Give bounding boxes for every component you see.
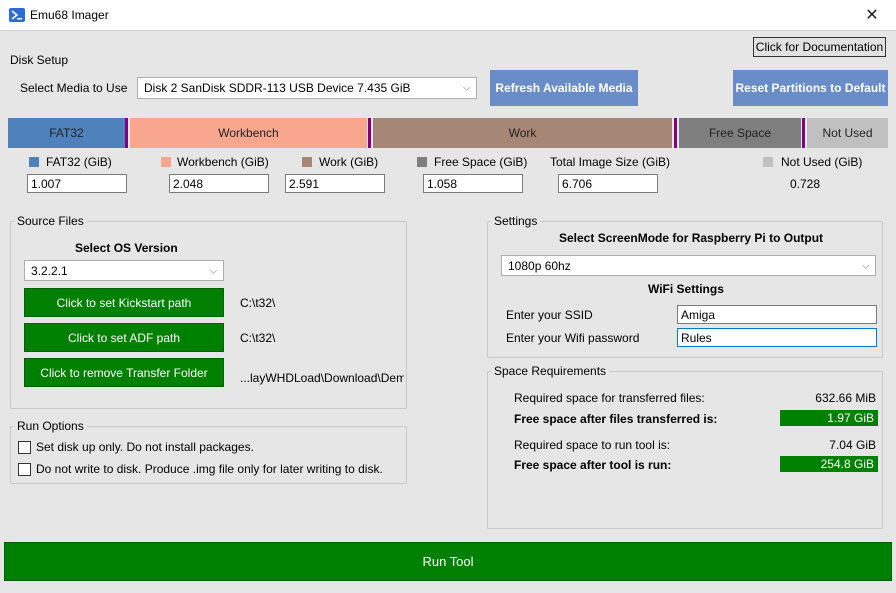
partition-divider[interactable] — [125, 118, 128, 148]
free-space-size-label: Free Space (GiB) — [434, 155, 528, 169]
wifi-settings-title: WiFi Settings — [648, 282, 724, 296]
setup-only-checkbox[interactable] — [18, 441, 31, 454]
free-after-transfer-label: Free space after files transferred is: — [514, 412, 718, 426]
wifi-password-input[interactable]: Rules — [677, 328, 877, 347]
adf-path-value: C:\t32\ — [240, 331, 276, 345]
os-version-select[interactable]: 3.2.2.1 ⌵ — [24, 260, 224, 281]
documentation-button[interactable]: Click for Documentation — [753, 37, 886, 57]
partition-not-used-label: Not Used — [822, 126, 873, 140]
kickstart-path-value: C:\t32\ — [240, 296, 276, 310]
not-used-size-label: Not Used (GiB) — [781, 155, 863, 169]
adf-path-button[interactable]: Click to set ADF path — [24, 323, 224, 352]
partition-workbench-label: Workbench — [218, 126, 279, 140]
space-requirements-label: Space Requirements — [491, 364, 610, 378]
select-media-label: Select Media to Use — [20, 81, 128, 95]
wifi-password-label: Enter your Wifi password — [506, 331, 640, 345]
partition-free-space[interactable]: Free Space — [679, 118, 801, 148]
workbench-size-label: Workbench (GiB) — [177, 155, 269, 169]
disk-setup-label: Disk Setup — [10, 53, 69, 67]
free-after-transfer-value: 1.97 GiB — [780, 410, 878, 426]
partition-work[interactable]: Work — [373, 118, 672, 148]
partition-fat32-label: FAT32 — [49, 126, 84, 140]
remove-transfer-folder-button[interactable]: Click to remove Transfer Folder — [24, 358, 224, 387]
total-image-size-label: Total Image Size (GiB) — [550, 155, 671, 169]
chevron-down-icon: ⌵ — [862, 260, 869, 270]
required-transfer-value: 632.66 MiB — [815, 391, 876, 405]
not-used-swatch — [763, 157, 773, 167]
setup-only-label: Set disk up only. Do not install package… — [36, 440, 254, 454]
powershell-icon — [9, 8, 25, 22]
work-swatch — [302, 157, 312, 167]
screenmode-value: 1080p 60hz — [508, 258, 571, 273]
window-title: Emu68 Imager — [30, 8, 109, 22]
fat32-size-label: FAT32 (GiB) — [46, 155, 112, 169]
partition-free-space-label: Free Space — [708, 126, 772, 140]
media-select-value: Disk 2 SanDisk SDDR-113 USB Device 7.435… — [144, 81, 411, 95]
not-used-size-value: 0.728 — [790, 177, 821, 191]
ssid-label: Enter your SSID — [506, 308, 593, 322]
partition-not-used[interactable]: Not Used — [807, 118, 888, 148]
refresh-media-button[interactable]: Refresh Available Media — [490, 70, 638, 106]
free-after-tool-value: 254.8 GiB — [780, 456, 878, 472]
close-window-button[interactable]: ✕ — [852, 2, 892, 29]
fat32-swatch — [29, 157, 39, 167]
work-size-input[interactable]: 2.591 — [285, 174, 385, 193]
required-transfer-label: Required space for transferred files: — [514, 391, 705, 405]
screenmode-select[interactable]: 1080p 60hz ⌵ — [501, 255, 876, 276]
chevron-down-icon: ⌵ — [210, 265, 217, 275]
source-files-label: Source Files — [14, 214, 87, 228]
partition-work-label: Work — [508, 126, 537, 140]
chevron-down-icon: ⌵ — [463, 82, 470, 93]
free-after-tool-label: Free space after tool is run: — [514, 458, 672, 472]
os-version-value: 3.2.2.1 — [31, 263, 68, 278]
run-tool-button[interactable]: Run Tool — [4, 542, 892, 581]
fat32-size-input[interactable]: 1.007 — [27, 174, 127, 193]
title-bar — [0, 0, 896, 31]
required-tool-value: 7.04 GiB — [829, 438, 876, 452]
partition-fat32[interactable]: FAT32 — [8, 118, 125, 148]
kickstart-path-button[interactable]: Click to set Kickstart path — [24, 288, 224, 317]
free-space-size-input[interactable]: 1.058 — [423, 174, 523, 193]
media-select[interactable]: Disk 2 SanDisk SDDR-113 USB Device 7.435… — [137, 77, 477, 99]
required-tool-label: Required space to run tool is: — [514, 438, 671, 452]
work-size-label: Work (GiB) — [319, 155, 379, 169]
run-options-label: Run Options — [14, 419, 87, 433]
partition-divider[interactable] — [674, 118, 677, 148]
workbench-size-input[interactable]: 2.048 — [169, 174, 269, 193]
workbench-swatch — [161, 157, 171, 167]
screenmode-title: Select ScreenMode for Raspberry Pi to Ou… — [559, 231, 824, 245]
reset-partitions-button[interactable]: Reset Partitions to Default — [733, 70, 888, 106]
partition-divider[interactable] — [368, 118, 371, 148]
no-write-checkbox[interactable] — [18, 463, 31, 476]
ssid-input[interactable]: Amiga — [677, 305, 877, 324]
total-image-size-input[interactable]: 6.706 — [558, 174, 658, 193]
os-version-title: Select OS Version — [75, 241, 178, 255]
partition-divider[interactable] — [802, 118, 805, 148]
transfer-folder-path: ...layWHDLoad\Download\Dem — [240, 371, 404, 385]
free-space-swatch — [417, 157, 427, 167]
no-write-label: Do not write to disk. Produce .img file … — [36, 462, 383, 476]
settings-label: Settings — [491, 214, 541, 228]
partition-workbench[interactable]: Workbench — [130, 118, 367, 148]
